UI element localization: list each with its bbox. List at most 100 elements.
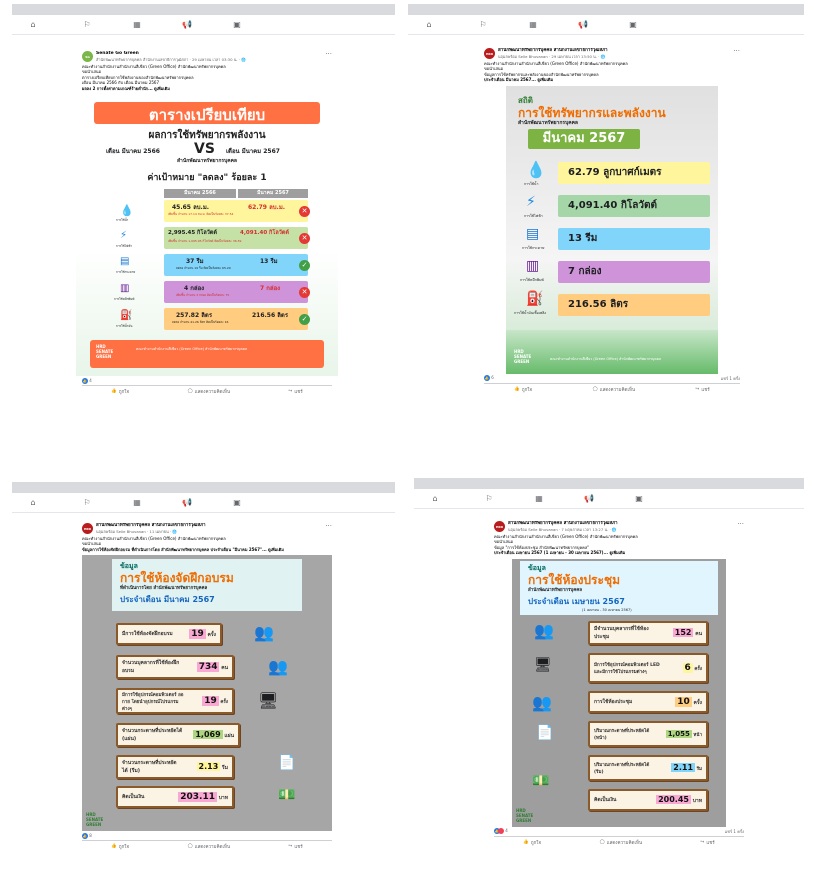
paper-illustration: 📄 [536,724,554,741]
stat-sign: ปริมาณกระดาษที่ประหยัดได้ (รีม) 2.11 รีม [588,754,708,781]
see-more-link[interactable]: ประจำเดือน เมษายน 2567 (1 เมษายน - 30 เม… [494,550,744,555]
go-green-logo: HRD SENATE GREEN [516,807,534,823]
shares-count[interactable]: แชร์ 1 ครั้ง [721,375,740,382]
row-value-a: 257.82 ลิตร [176,312,213,320]
tv-icon[interactable]: ▣ [626,18,640,32]
megaphone-icon[interactable]: 📢 [576,18,590,32]
megaphone-icon[interactable]: 📢 [180,496,194,510]
stat-sign: ปริมาณกระดาษที่ประหยัดได้ (หน้า) 1,055 ห… [588,720,708,747]
browser-top-strip [408,4,804,15]
stat-label: การใช้กระดาษ [522,245,545,250]
infographic-meeting-room[interactable]: ข้อมูล การใช้ห้องประชุม สำนักพัฒนาทรัพยา… [512,558,726,827]
see-more-link[interactable]: ประจำเดือน มีนาคม 2567... ดูเพิ่มเติม [484,77,740,82]
like-button[interactable]: 👍 ถูกใจ [111,388,129,395]
reactions-count[interactable]: 👍 6 [484,375,494,382]
page-avatar[interactable]: SG [82,51,93,62]
share-button[interactable]: ↪ แชร์ [701,839,715,846]
stat-label: จำนวนกระดาษที่ประหยัดได้ (รีม) [122,760,177,775]
home-icon[interactable]: ⌂ [422,18,436,32]
megaphone-icon[interactable]: 📢 [180,18,194,32]
screenshot-panel-4: ⌂ ⚐ ▦ 📢 ▣ HRD สำนักพัฒนาทรัพยากรบุคคล สำ… [414,478,804,880]
stat-unit: คน [221,665,228,672]
store-icon[interactable]: ▦ [130,18,144,32]
flag-icon[interactable]: ⚐ [80,18,94,32]
post-meta: นฤมลพร้อม Selle Bhuvanan · 11 เมษายน · 🌐 [96,529,178,534]
home-icon[interactable]: ⌂ [26,496,40,510]
facebook-nav-bar: ⌂ ⚐ ▦ 📢 ▣ [414,489,804,509]
comment-icon: ◯ [592,386,598,392]
store-icon[interactable]: ▦ [130,496,144,510]
stat-sign: การใช้ห้องประชุม 10 ครั้ง [588,690,708,713]
shares-count[interactable]: แชร์ 1 ครั้ง [725,828,744,835]
share-button[interactable]: ↪ แชร์ [696,386,710,393]
like-button[interactable]: 👍 ถูกใจ [523,839,541,846]
stat-unit: บาท [692,797,702,804]
ink-icon: ▥ [526,257,540,274]
fuel-icon: ⛽ [526,290,544,307]
share-label: แชร์ [706,840,715,846]
more-options-icon[interactable]: ··· [325,522,332,530]
infographic-statistics[interactable]: สถิติ การใช้ทรัพยากรและพลังงาน สำนักพัฒน… [506,85,718,374]
share-label: แชร์ [294,390,303,396]
comment-button[interactable]: ◯ แสดงความคิดเห็น [600,839,642,846]
stat-label: คิดเป็นเงิน [594,796,617,803]
reactions-count[interactable]: 👍 4 [494,828,508,835]
stat-value: 1,055 [665,729,692,738]
like-label: ถูกใจ [118,845,130,851]
computer-illustration: 🖥 [258,691,279,711]
page-avatar[interactable]: HRD [484,48,495,59]
store-icon[interactable]: ▦ [532,492,546,506]
tv-icon[interactable]: ▣ [230,496,244,510]
page-avatar[interactable]: HRD [82,523,93,534]
share-button[interactable]: ↪ แชร์ [289,388,303,395]
like-reaction-icon: 👍 [82,832,88,839]
more-options-icon[interactable]: ··· [325,50,332,58]
megaphone-icon[interactable]: 📢 [582,492,596,506]
share-label: แชร์ [294,845,303,851]
home-icon[interactable]: ⌂ [26,18,40,32]
row-note: เพิ่มขึ้น จำนวน 1,095.95 กิโลวัตต์ คิดเป… [168,239,242,244]
reactions-count[interactable]: 👍 4 [82,377,92,384]
comment-icon: ◯ [599,839,605,845]
like-button[interactable]: 👍 ถูกใจ [514,386,532,393]
flag-icon[interactable]: ⚐ [80,496,94,510]
comment-button[interactable]: ◯ แสดงความคิดเห็น [188,388,230,395]
tv-icon[interactable]: ▣ [632,492,646,506]
feed-area: SG Senate Go Green สำนักพัฒนาทรัพยากรบุค… [12,35,395,432]
infographic-comparison[interactable]: ตารางเปรียบเทียบ ผลการใช้ทรัพยากรพลังงาน… [76,94,338,377]
infographic-footer: คณะทำงานสำนักงานสีเขียว (Green Office) ส… [550,356,662,361]
stat-unit: บาท [218,795,228,802]
reactions-count[interactable]: 👍 8 [82,832,92,839]
comment-button[interactable]: ◯ แสดงความคิดเห็น [188,843,230,850]
meeting-illustration: 👥 [268,657,288,677]
store-icon[interactable]: ▦ [526,18,540,32]
more-options-icon[interactable]: ··· [733,47,740,55]
fuel-icon: ⛽ [120,310,133,322]
fail-x-icon: ✕ [299,233,310,245]
post-stats: 👍 6 แชร์ 1 ครั้ง [478,374,746,383]
comment-button[interactable]: ◯ แสดงความคิดเห็น [593,386,635,393]
page-avatar[interactable]: HRD [494,521,505,532]
row-note: ลดลง จำนวน 19 รีม คิดเป็นร้อยละ 65.29 [176,266,231,271]
flag-icon[interactable]: ⚐ [476,18,490,32]
row-value-b: 7 กล่อง [260,285,281,293]
vs-label: VS [194,141,215,158]
post-actions: 👍 ถูกใจ ◯ แสดงความคิดเห็น ↪ แชร์ [494,835,744,848]
water-drop-icon: 💧 [526,159,546,179]
more-options-icon[interactable]: ··· [737,520,744,528]
home-icon[interactable]: ⌂ [428,492,442,506]
share-button[interactable]: ↪ แชร์ [289,843,303,850]
tv-icon[interactable]: ▣ [230,18,244,32]
computer-illustration: 🖥 [534,656,552,673]
reactions-number: 4 [89,377,92,383]
share-icon: ↪ [288,844,293,850]
stat-unit: แผ่น [224,733,234,740]
infographic-training-room[interactable]: ข้อมูล การใช้ห้องจัดฝึกอบรม ที่ดำเนินการ… [82,555,332,832]
see-more-link[interactable]: ผลลง 2 การตั้งค่าตามเกณฑ์ร้ายต่ำนัก... ด… [82,86,332,91]
like-button[interactable]: 👍 ถูกใจ [111,843,129,850]
stat-label: การใช้ไฟฟ้า [524,213,543,218]
post-card: HRD สำนักพัฒนาทรัพยากรบุคคล สำนักงานเลขา… [488,517,750,879]
thumbs-up-icon: 👍 [514,386,520,392]
flag-icon[interactable]: ⚐ [482,492,496,506]
see-more-link[interactable]: ข้อมูลการใช้ห้องจัดฝึกอบรม ที่ดำเนินการโ… [82,547,332,552]
